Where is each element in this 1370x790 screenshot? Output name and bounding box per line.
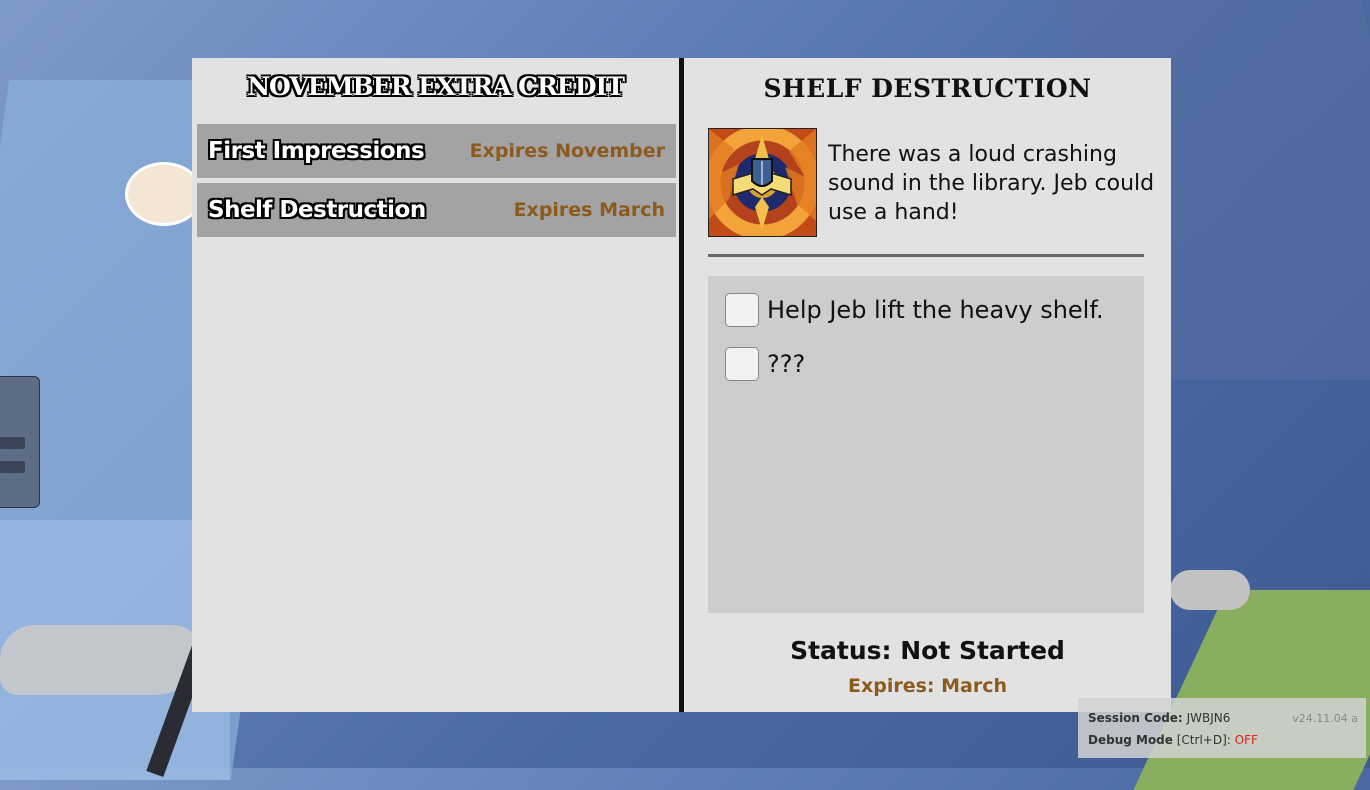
cloud [1170,570,1250,610]
session-code-row: Session Code: JWBJN6 [1088,711,1230,725]
quest-journal-panel: NOVEMBER EXTRA CREDIT First Impressions … [192,58,1171,712]
quest-detail-title: SHELF DESTRUCTION [763,74,1092,103]
version-label: v24.11.04 a [1292,712,1358,725]
quest-expiry-detail: Expires: March [847,675,1007,697]
task-checkbox [725,347,759,381]
session-code-value: JWBJN6 [1186,711,1231,725]
debug-mode-value: OFF [1234,733,1258,747]
cloud [0,625,200,695]
quest-status: Status: Not Started [790,636,1065,665]
task-item: ??? [725,347,805,381]
menu-bar [0,461,25,473]
quest-list-item[interactable]: Shelf Destruction Expires March [197,183,676,237]
detail-separator [708,254,1144,257]
session-code-label: Session Code: [1088,711,1183,725]
task-checkbox [725,293,759,327]
quest-expiry: Expires March [513,199,665,221]
side-menu-tab[interactable] [0,376,40,508]
menu-bar [0,437,25,449]
quest-name: Shelf Destruction [208,197,426,223]
task-item: Help Jeb lift the heavy shelf. [725,293,1104,327]
quest-name: First Impressions [208,138,425,164]
quest-description: There was a loud crashing sound in the l… [828,142,1155,225]
debug-overlay: Session Code: JWBJN6 v24.11.04 a Debug M… [1078,698,1366,758]
stained-glass-book-shield-icon [708,128,817,237]
task-label: Help Jeb lift the heavy shelf. [767,296,1104,324]
debug-shortcut: [Ctrl+D]: [1176,733,1231,747]
debug-mode-row: Debug Mode [Ctrl+D]: OFF [1088,733,1258,747]
quest-expiry: Expires November [469,140,665,162]
task-list: Help Jeb lift the heavy shelf. ??? [708,276,1144,613]
task-label: ??? [767,350,806,378]
panel-divider [679,58,684,712]
quest-list-title: NOVEMBER EXTRA CREDIT [247,72,625,101]
quest-list-item[interactable]: First Impressions Expires November [197,124,676,178]
debug-mode-label: Debug Mode [1088,733,1173,747]
